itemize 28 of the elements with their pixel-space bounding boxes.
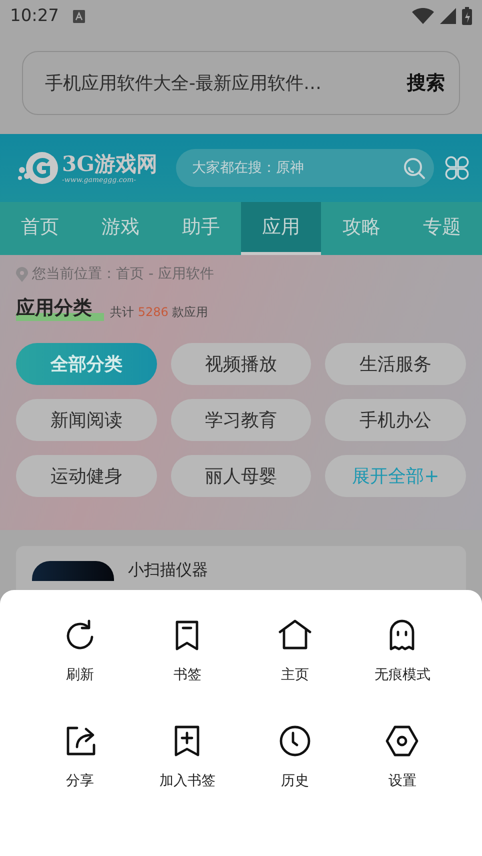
menu-item[interactable]: 加入书签 xyxy=(159,722,216,828)
menu-item[interactable]: 设置 xyxy=(383,722,422,828)
status-time: 10:27 xyxy=(10,6,59,26)
search-icon[interactable] xyxy=(402,156,426,180)
address-field[interactable]: 手机应用软件大全-最新应用软件… 搜索 xyxy=(22,51,460,115)
category-chip[interactable]: 手机办公 xyxy=(325,399,466,441)
signal-icon xyxy=(440,8,456,24)
app-title: 小扫描仪器 xyxy=(128,560,208,580)
logo-text: 3G游戏网 xyxy=(62,152,158,176)
category-chip[interactable]: 视频播放 xyxy=(170,343,312,385)
breadcrumb-text: 您当前位置：首页 - 应用软件 xyxy=(32,265,214,283)
nav-tab[interactable]: 应用 xyxy=(240,202,322,255)
app-icon xyxy=(32,561,114,581)
category-chip[interactable]: 新闻阅读 xyxy=(16,399,157,441)
category-chip[interactable]: 丽人母婴 xyxy=(170,455,312,497)
category-chip[interactable]: 生活服务 xyxy=(325,343,466,385)
section-title: 应用分类 xyxy=(16,295,104,321)
wifi-icon xyxy=(412,8,434,24)
category-chip[interactable]: 运动健身 xyxy=(16,455,157,497)
location-pin-icon xyxy=(16,266,28,282)
battery-icon xyxy=(462,7,472,25)
keyboard-notification-icon xyxy=(73,10,85,22)
category-chip[interactable]: 学习教育 xyxy=(170,399,312,441)
grid-menu-icon[interactable] xyxy=(444,155,470,181)
app-count-text: 共计 5286 款应用 xyxy=(110,304,208,321)
menu-item[interactable]: 历史 xyxy=(276,722,314,828)
search-button[interactable]: 搜索 xyxy=(407,70,445,96)
menu-item[interactable]: 分享 xyxy=(60,722,99,828)
